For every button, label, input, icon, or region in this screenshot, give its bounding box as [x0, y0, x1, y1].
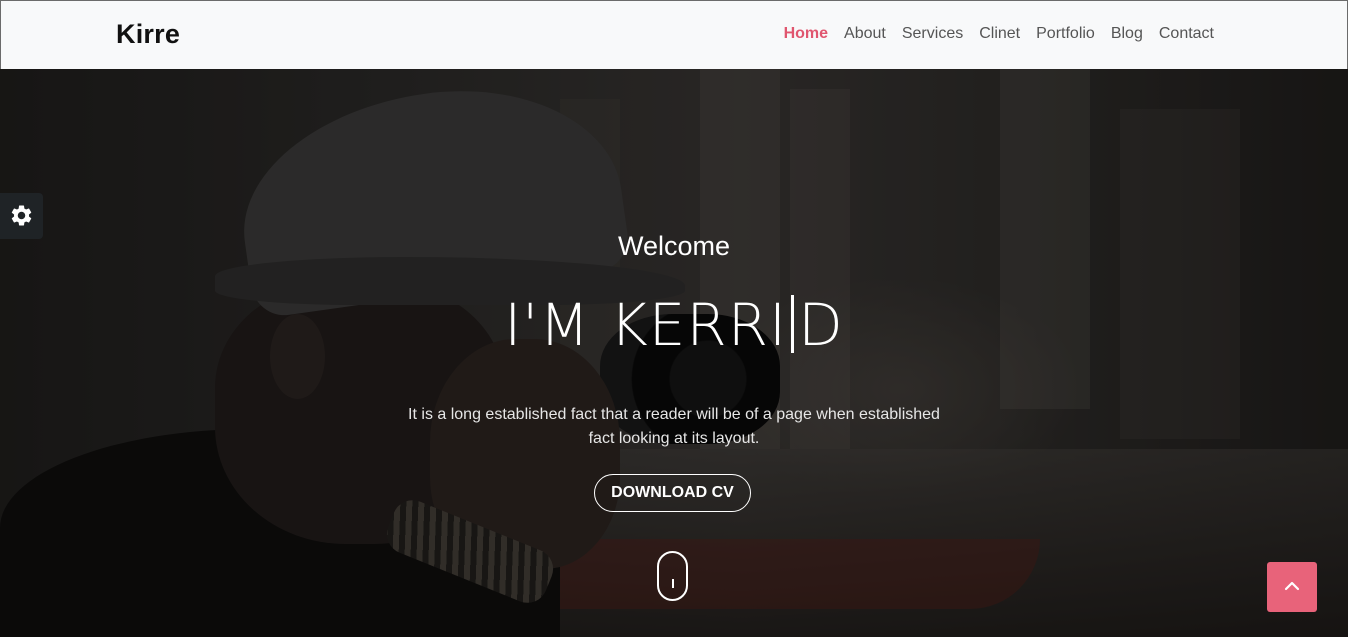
- hero-welcome: Welcome: [617, 231, 731, 261]
- nav-item-home[interactable]: Home: [776, 25, 836, 43]
- page: Kirre Home About Services Clinet Portfol…: [0, 0, 1348, 637]
- nav-item-services[interactable]: Services: [894, 25, 971, 43]
- settings-toggle-button[interactable]: [0, 193, 43, 239]
- hero-section: Welcome I'M KERRI D It is a long establis…: [0, 69, 1348, 637]
- nav-item-about[interactable]: About: [836, 25, 894, 43]
- nav-item-contact[interactable]: Contact: [1151, 25, 1222, 43]
- typing-cursor: [791, 295, 795, 353]
- hero-headline: I'M KERRI D: [0, 291, 1348, 359]
- mouse-scroll-icon[interactable]: [657, 551, 688, 601]
- headline-text: I'M KERRI: [504, 291, 788, 359]
- headline-text-tail: D: [798, 291, 844, 359]
- navbar: Kirre Home About Services Clinet Portfol…: [0, 0, 1348, 69]
- back-to-top-button[interactable]: [1267, 562, 1317, 612]
- gear-icon: [11, 205, 32, 226]
- nav-item-blog[interactable]: Blog: [1103, 25, 1151, 43]
- brand-logo[interactable]: Kirre: [116, 19, 180, 50]
- nav-item-portfolio[interactable]: Portfolio: [1028, 25, 1103, 43]
- hero-content: Welcome I'M KERRI D It is a long establis…: [0, 69, 1348, 637]
- nav-menu: Home About Services Clinet Portfolio Blo…: [776, 25, 1222, 43]
- nav-item-clinet[interactable]: Clinet: [971, 25, 1028, 43]
- hero-tagline: It is a long established fact that a rea…: [408, 406, 940, 447]
- chevron-up-icon: [1284, 581, 1300, 591]
- download-cv-button[interactable]: DOWNLOAD CV: [594, 474, 751, 512]
- mouse-wheel: [672, 579, 674, 588]
